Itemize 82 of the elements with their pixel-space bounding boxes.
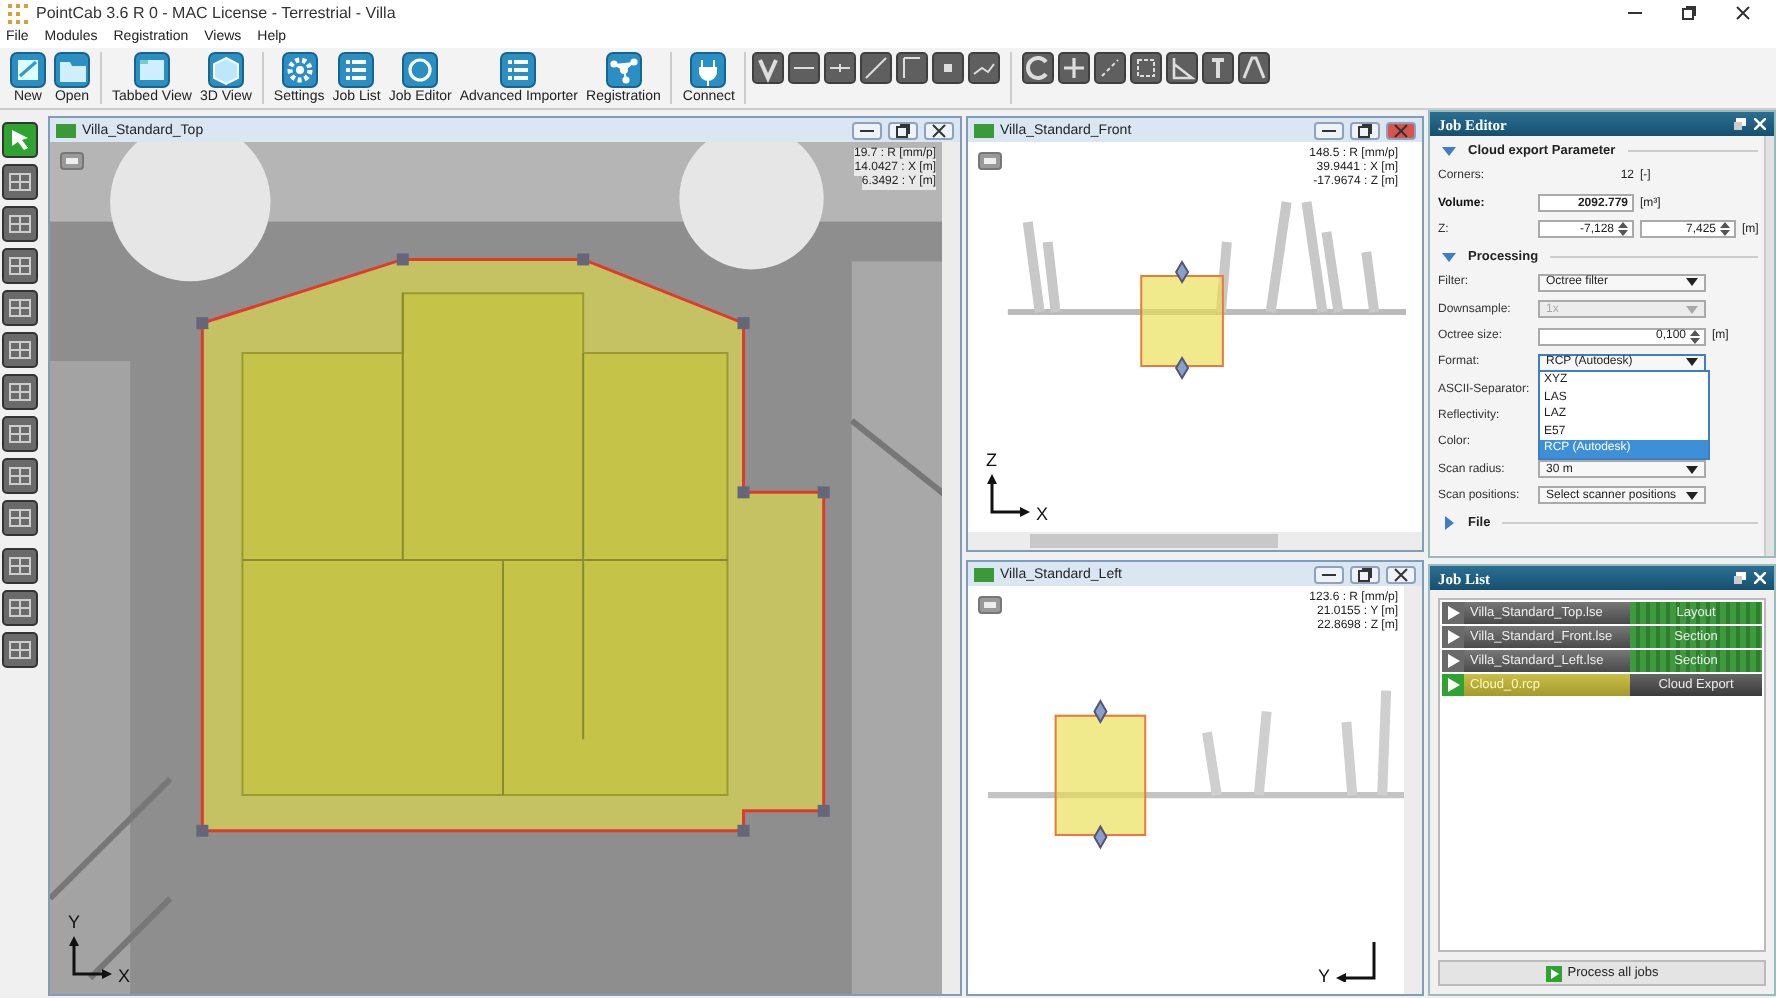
drawing-tool-icon[interactable]: [752, 52, 785, 84]
drawing-tool-icon[interactable]: [1022, 52, 1055, 84]
maximize-button[interactable]: [888, 121, 918, 139]
collapse-icon[interactable]: [1442, 249, 1456, 264]
drawing-tool-icon[interactable]: [932, 52, 965, 84]
maximize-icon: [894, 121, 912, 139]
view-tool-icon[interactable]: [2, 416, 38, 452]
toolbar-tabs-icon: [133, 52, 170, 88]
view-tool-icon[interactable]: [2, 248, 38, 284]
collapse-icon[interactable]: [1442, 143, 1456, 157]
view-type-icon: [974, 567, 994, 581]
drawing-tool-icon[interactable]: [968, 52, 1001, 84]
close-icon: [1392, 565, 1410, 583]
close-icon: [930, 121, 948, 139]
axis-arrows-drawing: [984, 472, 1032, 520]
axis-label: Z: [986, 450, 997, 470]
toolbar-new-icon: [10, 52, 46, 88]
app-logo-icon: [8, 3, 28, 23]
drawing-tool-icon[interactable]: [1166, 52, 1199, 84]
close-button[interactable]: [1386, 121, 1416, 139]
drawing-tool-icon[interactable]: [1094, 52, 1127, 84]
maximize-button[interactable]: [1350, 121, 1380, 139]
drawing-tool-icon[interactable]: [788, 52, 821, 84]
window-title: PointCab 3.6 R 0 - MAC License - Terrestrial - Villa: [36, 4, 398, 22]
maximize-button[interactable]: [1350, 565, 1380, 583]
minimize-button[interactable]: [852, 121, 882, 139]
float-icon[interactable]: [1734, 118, 1746, 130]
selection-box[interactable]: [1054, 699, 1147, 850]
close-icon: [1392, 121, 1410, 139]
view-tool-icon[interactable]: [2, 548, 38, 584]
view-type-icon: [56, 123, 76, 137]
view-tool-icon[interactable]: [2, 458, 38, 494]
view-options-icon[interactable]: [978, 596, 1002, 614]
scrollbar[interactable]: [1764, 136, 1774, 556]
axis-label: X: [118, 966, 131, 986]
axis-arrows-drawing: [1334, 938, 1382, 982]
selection-box[interactable]: [1140, 260, 1224, 380]
caret-icon: [1686, 278, 1698, 287]
scrollbar[interactable]: [968, 532, 1422, 550]
drawing-tool-icon[interactable]: [1202, 52, 1235, 84]
axis-label: X: [1036, 504, 1049, 524]
axis-label: Y: [1317, 966, 1330, 986]
view-tool-icon[interactable]: [2, 290, 38, 326]
drawing-tool-icon[interactable]: [824, 52, 857, 84]
play-icon: [1545, 965, 1562, 981]
maximize-icon: [1356, 565, 1374, 583]
drawing-tool-icon[interactable]: [1130, 52, 1163, 84]
pointer-tool-icon[interactable]: [2, 122, 38, 158]
drawing-tool-icon[interactable]: [896, 52, 929, 84]
maximize-icon: [1356, 121, 1374, 139]
spinner-icon[interactable]: [1720, 222, 1730, 237]
restore-icon[interactable]: [1680, 4, 1698, 22]
view-type-icon: [974, 123, 994, 137]
spinner-icon[interactable]: [1618, 222, 1628, 237]
scrollbar[interactable]: [1404, 586, 1422, 994]
drawing-tool-icon[interactable]: [860, 52, 893, 84]
view-options-icon[interactable]: [978, 152, 1002, 170]
view-tool-icon[interactable]: [2, 500, 38, 536]
close-button[interactable]: [924, 121, 954, 139]
caret-icon: [1686, 305, 1698, 314]
expand-icon[interactable]: [1442, 515, 1456, 530]
close-button[interactable]: [1386, 565, 1416, 583]
drawing-tool-icon[interactable]: [1058, 52, 1091, 84]
view-tool-icon[interactable]: [2, 206, 38, 242]
caret-icon: [1686, 491, 1698, 500]
toolbar-open-icon: [54, 52, 90, 88]
view-tool-icon[interactable]: [2, 164, 38, 200]
caret-icon: [1686, 465, 1698, 474]
float-icon[interactable]: [1734, 572, 1746, 584]
scrollbar[interactable]: [942, 142, 960, 994]
view-tool-icon[interactable]: [2, 632, 38, 668]
spinner-icon[interactable]: [1690, 329, 1700, 344]
view-tool-icon[interactable]: [2, 590, 38, 626]
minimize-button[interactable]: [1314, 565, 1344, 583]
view-tool-icon[interactable]: [2, 374, 38, 410]
minimize-button[interactable]: [1314, 121, 1344, 139]
axis-label: Y: [68, 912, 81, 932]
view-tool-icon[interactable]: [2, 332, 38, 368]
view-options-icon[interactable]: [60, 152, 84, 170]
close-icon[interactable]: [1734, 4, 1752, 22]
drawing-tool-icon[interactable]: [1238, 52, 1271, 84]
axis-arrows-drawing: [66, 934, 114, 982]
